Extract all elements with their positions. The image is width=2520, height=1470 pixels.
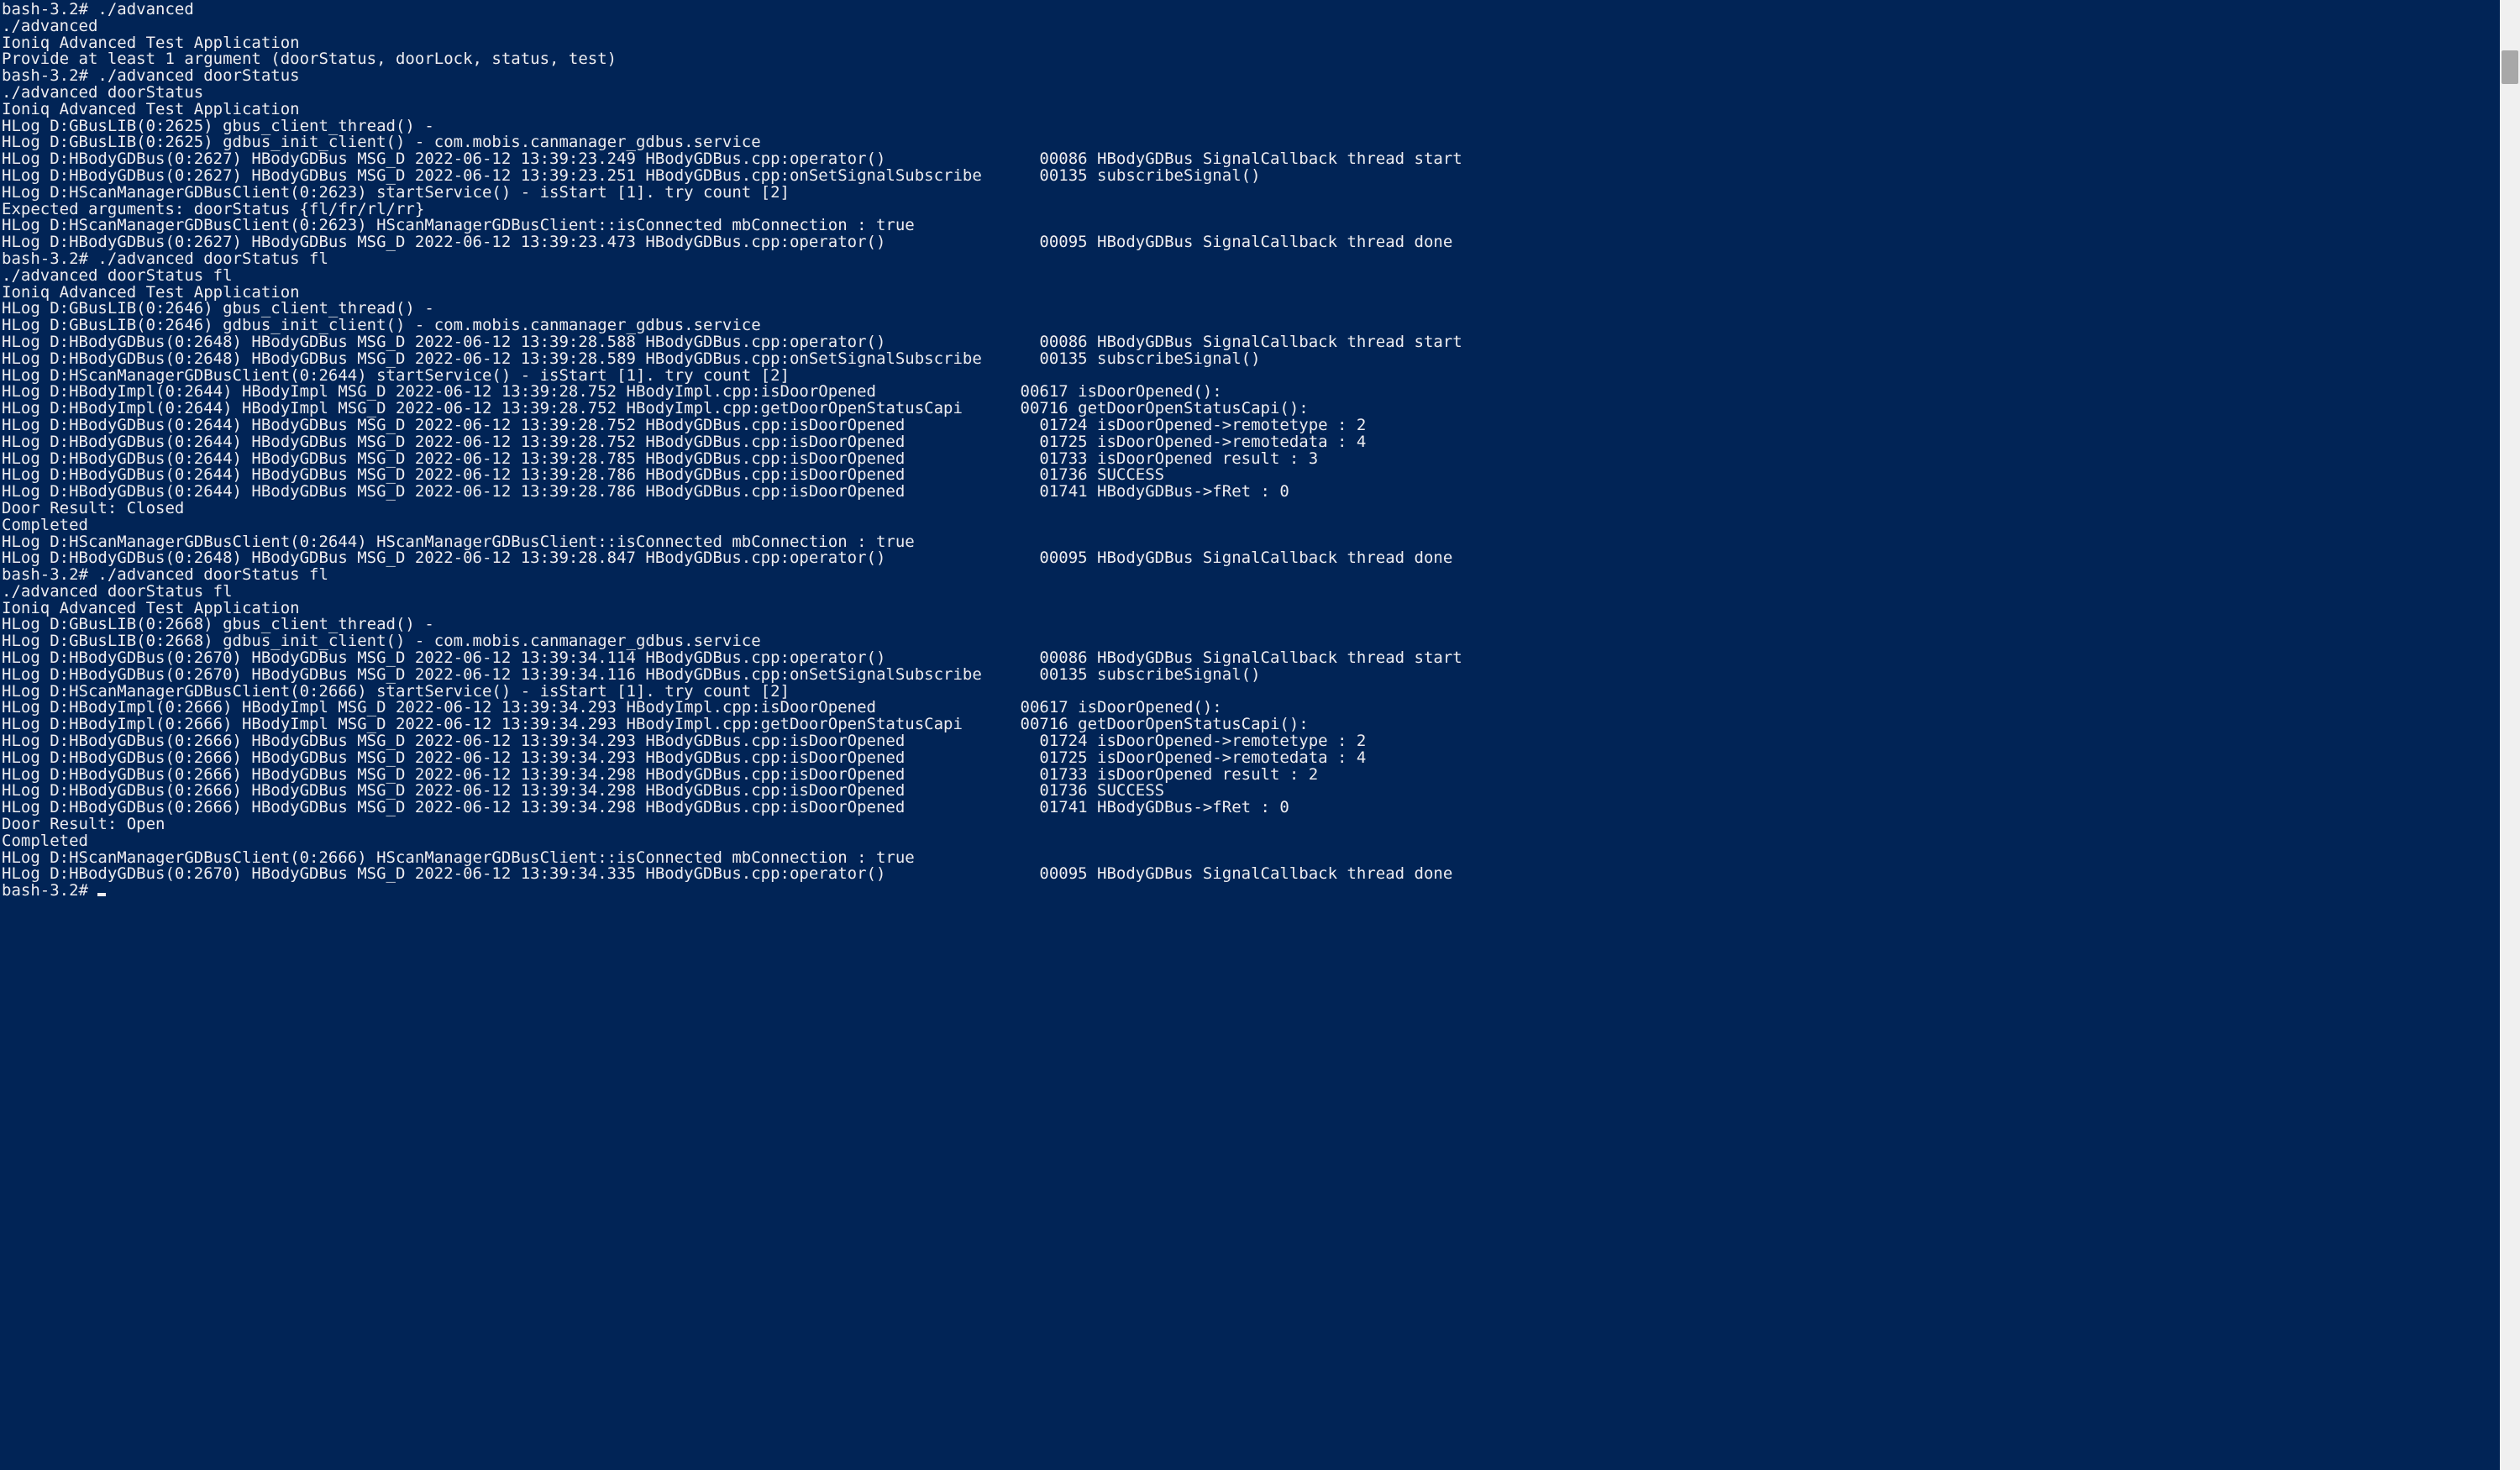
terminal-line: Provide at least 1 argument (doorStatus,…: [2, 51, 2498, 68]
terminal-line: HLog D:GBusLIB(0:2646) gdbus_init_client…: [2, 318, 2498, 334]
terminal-line: bash-3.2# ./advanced: [2, 2, 2498, 18]
terminal-window: bash-3.2# ./advanced./advanced Ioniq Adva…: [0, 0, 2520, 1470]
terminal-line: Completed: [2, 517, 2498, 534]
terminal-line: ./advanced doorStatus fl: [2, 584, 2498, 601]
terminal-line: ./advanced doorStatus fl: [2, 268, 2498, 285]
terminal-line: ./advanced doorStatus: [2, 85, 2498, 102]
prompt[interactable]: bash-3.2#: [2, 881, 97, 900]
terminal-line: ./advanced: [2, 18, 2498, 35]
terminal-line: HLog D:HBodyGDBus(0:2648) HBodyGDBus MSG…: [2, 550, 2498, 567]
terminal-line: HLog D:HBodyGDBus(0:2666) HBodyGDBus MSG…: [2, 733, 2498, 750]
terminal-line: HLog D:HBodyGDBus(0:2670) HBodyGDBus MSG…: [2, 667, 2498, 684]
terminal-line: HLog D:HBodyGDBus(0:2666) HBodyGDBus MSG…: [2, 800, 2498, 816]
terminal-line: HLog D:HBodyGDBus(0:2644) HBodyGDBus MSG…: [2, 417, 2498, 434]
terminal-line: HLog D:HBodyGDBus(0:2644) HBodyGDBus MSG…: [2, 434, 2498, 451]
terminal-line: HLog D:HBodyGDBus(0:2670) HBodyGDBus MSG…: [2, 650, 2498, 667]
terminal-line: bash-3.2# ./advanced doorStatus fl: [2, 567, 2498, 584]
terminal-output[interactable]: bash-3.2# ./advanced./advanced Ioniq Adva…: [0, 0, 2500, 1470]
terminal-line: Door Result: Open: [2, 816, 2498, 833]
terminal-line: HLog D:HScanManagerGDBusClient(0:2623) s…: [2, 185, 2498, 202]
terminal-line: HLog D:HBodyGDBus(0:2627) HBodyGDBus MSG…: [2, 168, 2498, 185]
terminal-line: bash-3.2# ./advanced doorStatus: [2, 68, 2498, 85]
terminal-line: HLog D:HBodyGDBus(0:2644) HBodyGDBus MSG…: [2, 484, 2498, 501]
scrollbar-thumb[interactable]: [2502, 50, 2518, 84]
terminal-line: HLog D:HBodyGDBus(0:2648) HBodyGDBus MSG…: [2, 334, 2498, 351]
terminal-line: HLog D:HBodyGDBus(0:2666) HBodyGDBus MSG…: [2, 750, 2498, 767]
terminal-line: Ioniq Advanced Test Application: [2, 102, 2498, 118]
terminal-line: HLog D:HBodyGDBus(0:2627) HBodyGDBus MSG…: [2, 234, 2498, 251]
terminal-line: HLog D:HBodyImpl(0:2644) HBodyImpl MSG_D…: [2, 401, 2498, 417]
terminal-line: Door Result: Closed: [2, 501, 2498, 517]
terminal-line: HLog D:HBodyGDBus(0:2648) HBodyGDBus MSG…: [2, 351, 2498, 368]
terminal-line: HLog D:HBodyGDBus(0:2627) HBodyGDBus MSG…: [2, 151, 2498, 168]
terminal-line: HLog D:HBodyGDBus(0:2670) HBodyGDBus MSG…: [2, 866, 2498, 883]
cursor: [97, 893, 106, 896]
terminal-line: bash-3.2# ./advanced doorStatus fl: [2, 251, 2498, 268]
terminal-line: Completed: [2, 833, 2498, 850]
scrollbar-track[interactable]: [2500, 0, 2520, 1470]
